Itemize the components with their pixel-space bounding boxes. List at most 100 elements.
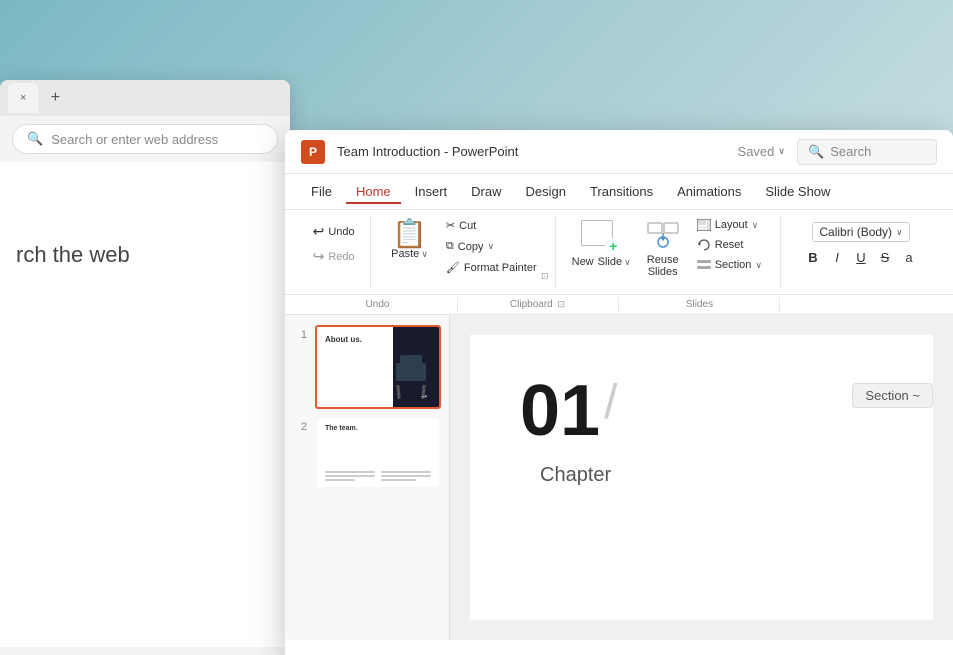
new-slide-label: New Slide ∨ [572, 256, 631, 268]
reuse-slides-icon [645, 220, 681, 252]
menu-item-transitions[interactable]: Transitions [580, 180, 663, 203]
font-color-button[interactable]: a [898, 246, 920, 268]
label-font [780, 303, 941, 307]
bold-button[interactable]: B [802, 246, 824, 268]
clipboard-buttons: 📋 Paste ∨ ✂ Cut ⧉ Copy ∨ [383, 216, 542, 277]
thumb-columns [325, 471, 431, 483]
slide-thumbnail-2[interactable]: The team. [315, 417, 441, 489]
slide-chapter-label-container: Chapter [540, 464, 611, 487]
menu-item-file[interactable]: File [301, 180, 342, 203]
browser-search-text: rch the web [16, 242, 274, 268]
ribbon-undo-group: ↩ Undo ↪ Redo [297, 216, 371, 288]
layout-icon [697, 219, 711, 231]
paste-icon: 📋 [392, 220, 427, 248]
slide-thumbnail-1[interactable]: About us. → [315, 325, 441, 409]
format-painter-button[interactable]: 🖌 Format Painter [440, 258, 543, 277]
slide-number-2: 2 [293, 417, 307, 433]
layout-section-group: Layout ∨ Reset Section ∨ [691, 216, 768, 274]
section-icon [697, 259, 711, 271]
layout-chevron: ∨ [752, 220, 759, 231]
layout-label: Layout [715, 219, 748, 231]
slide-chapter-number: 01 [520, 375, 600, 447]
clipboard-expand[interactable]: ⊡ [539, 266, 551, 284]
slide-sublabel: Slide [598, 256, 622, 268]
format-painter-icon: 🖌 [446, 261, 460, 274]
reset-label: Reset [715, 239, 744, 251]
ppt-search-placeholder: Search [830, 144, 871, 159]
label-undo: Undo [297, 297, 458, 312]
slide-canvas: 01 / Chapter Section ~ [470, 335, 933, 620]
slide-number-1: 1 [293, 325, 307, 341]
clipboard-small-buttons: ✂ Cut ⧉ Copy ∨ 🖌 Format Painter [440, 216, 543, 277]
section-label-overlay[interactable]: Section ~ [852, 383, 933, 408]
new-slide-chevron: ∨ [624, 257, 631, 268]
format-painter-label: Format Painter [464, 262, 537, 274]
browser-new-tab-button[interactable]: + [42, 85, 68, 111]
slide-plus-bg: + [605, 238, 621, 254]
undo-button[interactable]: ↩ Undo [307, 220, 361, 243]
cut-button[interactable]: ✂ Cut [440, 216, 543, 235]
strikethrough-button[interactable]: S [874, 246, 896, 268]
paste-label-row: Paste ∨ [391, 248, 428, 260]
slide-chapter-label: Chapter [540, 464, 611, 486]
col-line [325, 471, 375, 473]
col-line [381, 471, 431, 473]
redo-button[interactable]: ↪ Redo [307, 245, 361, 268]
slide-image-2: The team. [317, 419, 439, 487]
menu-item-draw[interactable]: Draw [461, 180, 511, 203]
menu-item-design[interactable]: Design [516, 180, 576, 203]
menu-item-slideshow[interactable]: Slide Show [755, 180, 840, 203]
label-clipboard: Clipboard ⊡ [458, 297, 619, 312]
font-name: Calibri (Body) [819, 225, 892, 239]
menu-item-insert[interactable]: Insert [405, 180, 458, 203]
ppt-logo: P [301, 140, 325, 164]
slides-panel: 1 About us. [285, 315, 450, 640]
new-slide-button[interactable]: + New Slide ∨ [568, 216, 635, 272]
clipboard-expand-label[interactable]: ⊡ [556, 299, 568, 309]
saved-chevron: ∨ [778, 146, 785, 157]
main-slide-area: 01 / Chapter Section ~ [450, 315, 953, 640]
undo-buttons: ↩ Undo ↪ Redo [307, 216, 361, 268]
paste-label: Paste [391, 248, 419, 260]
col-line [325, 475, 375, 477]
reset-button[interactable]: Reset [691, 236, 768, 254]
copy-button[interactable]: ⧉ Copy ∨ [440, 237, 543, 256]
new-label: New [572, 256, 594, 268]
slide-chapter-content: 01 / Chapter [520, 375, 617, 447]
section-label: Section [715, 259, 752, 271]
font-format-row: B I U S a [802, 246, 920, 268]
paste-button[interactable]: 📋 Paste ∨ [383, 216, 436, 277]
browser-window: × + 🔍 Search or enter web address rch th… [0, 80, 290, 655]
layout-button[interactable]: Layout ∨ [691, 216, 768, 234]
slide-plus-icon: + [609, 238, 617, 254]
section-chevron: ∨ [755, 260, 762, 271]
thumb-col-1 [325, 471, 375, 483]
thumb-team-text: The team. [325, 425, 358, 432]
copy-icon: ⧉ [446, 240, 454, 253]
redo-label: Redo [328, 251, 354, 263]
browser-tab[interactable]: × [8, 83, 38, 113]
ppt-saved-status: Saved ∨ [738, 144, 785, 159]
browser-tab-close[interactable]: × [20, 92, 26, 104]
underline-button[interactable]: U [850, 246, 872, 268]
chair-leg-1 [396, 385, 400, 399]
reset-icon [697, 239, 711, 251]
reuse-slides-button[interactable]: Reuse Slides [641, 216, 685, 282]
clipboard-expand-icon: ⊡ [539, 271, 551, 281]
ppt-menu-bar: File Home Insert Draw Design Transitions… [285, 174, 953, 210]
browser-address-bar[interactable]: 🔍 Search or enter web address [12, 124, 278, 154]
powerpoint-window: P Team Introduction - PowerPoint Saved ∨… [285, 130, 953, 655]
slide-image-1: About us. → [317, 327, 439, 407]
ppt-ribbon: ↩ Undo ↪ Redo 📋 Paste ∨ [285, 210, 953, 295]
ppt-search-box[interactable]: 🔍 Search [797, 139, 937, 165]
menu-item-home[interactable]: Home [346, 180, 401, 203]
section-button[interactable]: Section ∨ [691, 256, 768, 274]
reuse-label: Reuse Slides [647, 254, 679, 278]
ribbon-labels-row: Undo Clipboard ⊡ Slides [285, 295, 953, 315]
font-selector[interactable]: Calibri (Body) ∨ [812, 222, 909, 242]
section-overlay-text: Section ~ [865, 388, 920, 403]
italic-button[interactable]: I [826, 246, 848, 268]
menu-item-animations[interactable]: Animations [667, 180, 751, 203]
slides-buttons: + New Slide ∨ [568, 216, 768, 282]
ppt-title: Team Introduction - PowerPoint [337, 144, 726, 159]
